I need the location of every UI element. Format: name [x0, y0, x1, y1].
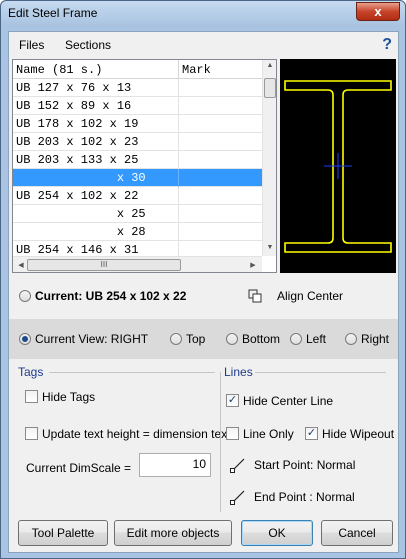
section-name-cell: UB 254 x 102 x 22 [13, 187, 179, 205]
view-bottom-label[interactable]: Bottom [242, 332, 280, 346]
vertical-scrollbar[interactable]: ▲ ▼ [262, 60, 276, 256]
end-point-label[interactable]: End Point : Normal [254, 490, 355, 504]
hide-tags-label[interactable]: Hide Tags [42, 390, 95, 404]
group-divider [220, 372, 221, 512]
current-section-label: Current: UB 254 x 102 x 22 [35, 289, 187, 303]
tool-palette-button[interactable]: Tool Palette [18, 520, 108, 546]
start-point-icon[interactable] [230, 457, 246, 473]
close-button[interactable]: x [356, 2, 400, 21]
mark-cell [179, 97, 262, 115]
end-point-icon[interactable] [230, 489, 246, 505]
help-icon[interactable]: ? [382, 36, 392, 54]
column-header-mark[interactable]: Mark [179, 60, 262, 79]
scroll-down-icon[interactable]: ▼ [263, 244, 277, 251]
list-header: Name (81 s.) Mark [13, 60, 262, 79]
section-name-cell: x 25 [13, 205, 179, 223]
hide-center-line-label[interactable]: Hide Center Line [243, 394, 333, 408]
view-top-radio[interactable] [170, 333, 182, 345]
vertical-scroll-thumb[interactable] [264, 78, 276, 98]
tags-group-title: Tags [18, 365, 44, 379]
view-right-label[interactable]: Right [361, 332, 389, 346]
section-name-cell: x 30 [13, 169, 179, 187]
list-row[interactable]: UB 127 x 76 x 13 [13, 79, 262, 97]
mark-cell [179, 79, 262, 97]
list-row[interactable]: UB 203 x 133 x 25 [13, 151, 262, 169]
mark-cell [179, 241, 262, 256]
horizontal-scroll-thumb[interactable]: III [27, 259, 181, 271]
list-body: UB 127 x 76 x 13 UB 152 x 89 x 16 UB 178 x… [13, 79, 262, 256]
section-name-cell: UB 178 x 102 x 19 [13, 115, 179, 133]
horizontal-scrollbar[interactable]: ◀ III ▶ [13, 256, 262, 272]
list-row[interactable]: UB 254 x 146 x 31 [13, 241, 262, 256]
start-point-label[interactable]: Start Point: Normal [254, 458, 355, 472]
cancel-button[interactable]: Cancel [321, 520, 393, 546]
hide-center-line-checkbox[interactable]: ✓ [226, 394, 239, 407]
menu-bar: Files Sections ? [9, 32, 398, 58]
section-name-cell: UB 152 x 89 x 16 [13, 97, 179, 115]
view-left-radio[interactable] [290, 333, 302, 345]
update-text-height-label[interactable]: Update text height = dimension text [42, 427, 230, 441]
view-right-radio[interactable] [345, 333, 357, 345]
mark-cell [179, 187, 262, 205]
edit-more-objects-button[interactable]: Edit more objects [114, 520, 232, 546]
view-left-label[interactable]: Left [306, 332, 326, 346]
hide-tags-checkbox[interactable] [25, 390, 38, 403]
list-row[interactable]: UB 203 x 102 x 23 [13, 133, 262, 151]
section-name-cell: UB 203 x 133 x 25 [13, 151, 179, 169]
view-selector: Current View: RIGHT Top Bottom Left Righ… [9, 319, 398, 359]
list-row[interactable]: x 30 [13, 169, 262, 187]
hide-wipeout-label[interactable]: Hide Wipeout [322, 427, 394, 441]
dialog-body: Files Sections ? Name (81 s.) Mark UB 12… [8, 31, 399, 553]
menu-files[interactable]: Files [19, 38, 44, 52]
view-bottom-radio[interactable] [226, 333, 238, 345]
align-center-icon[interactable] [248, 289, 262, 303]
list-row[interactable]: UB 178 x 102 x 19 [13, 115, 262, 133]
dimscale-input[interactable]: 10 [139, 453, 211, 477]
dimscale-label: Current DimScale = [26, 461, 132, 475]
window-title: Edit Steel Frame [8, 6, 98, 20]
line-only-checkbox[interactable] [226, 427, 239, 440]
list-row[interactable]: UB 152 x 89 x 16 [13, 97, 262, 115]
i-beam-drawing [284, 80, 392, 253]
scroll-up-icon[interactable]: ▲ [263, 62, 277, 69]
ok-button[interactable]: OK [241, 520, 313, 546]
column-header-name[interactable]: Name (81 s.) [13, 60, 179, 79]
mark-cell [179, 133, 262, 151]
list-row[interactable]: x 28 [13, 223, 262, 241]
view-current-label[interactable]: Current View: RIGHT [35, 332, 148, 346]
edit-steel-frame-window: Edit Steel Frame x Files Sections ? Name… [0, 0, 406, 559]
mark-cell [179, 169, 262, 187]
line-only-label[interactable]: Line Only [243, 427, 294, 441]
mark-cell [179, 115, 262, 133]
mark-cell [179, 205, 262, 223]
section-name-cell: UB 254 x 146 x 31 [13, 241, 179, 256]
view-current-radio[interactable] [19, 333, 31, 345]
view-top-label[interactable]: Top [186, 332, 205, 346]
scroll-left-icon[interactable]: ◀ [14, 261, 28, 269]
section-name-cell: x 28 [13, 223, 179, 241]
current-section-radio[interactable] [19, 290, 31, 302]
section-list[interactable]: Name (81 s.) Mark UB 127 x 76 x 13 UB 152… [12, 59, 277, 273]
title-bar[interactable]: Edit Steel Frame x [1, 1, 405, 27]
scroll-right-icon[interactable]: ▶ [246, 261, 260, 269]
align-center-label[interactable]: Align Center [277, 289, 343, 303]
mark-cell [179, 151, 262, 169]
section-name-cell: UB 203 x 102 x 23 [13, 133, 179, 151]
hide-wipeout-checkbox[interactable]: ✓ [305, 427, 318, 440]
mark-cell [179, 223, 262, 241]
lines-group-divider [255, 372, 386, 373]
menu-sections[interactable]: Sections [65, 38, 111, 52]
tags-group-divider [49, 372, 215, 373]
list-row[interactable]: x 25 [13, 205, 262, 223]
lines-group-title: Lines [224, 365, 253, 379]
section-preview [280, 59, 396, 273]
section-name-cell: UB 127 x 76 x 13 [13, 79, 179, 97]
update-text-height-checkbox[interactable] [25, 427, 38, 440]
list-row[interactable]: UB 254 x 102 x 22 [13, 187, 262, 205]
